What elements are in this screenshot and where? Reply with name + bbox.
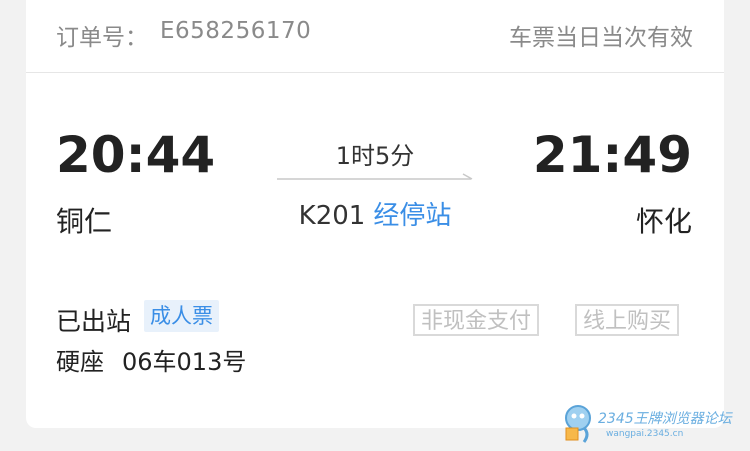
purchase-channel-tag: 线上购买: [575, 304, 680, 336]
arrival-time: 21:49: [532, 126, 692, 184]
order-header: 订单号： E658256170 车票当日当次有效: [26, 0, 724, 73]
ticket-status: 已出站: [56, 307, 132, 336]
departure-station: 铜仁: [56, 205, 113, 238]
direction-arrow-icon: [277, 173, 473, 180]
watermark-url: wangpai.2345.cn: [606, 429, 684, 439]
train-number: K201: [298, 201, 366, 231]
seat-class: 硬座: [56, 348, 104, 376]
departure-time: 20:44: [56, 126, 216, 184]
train-info: K201 经停站: [275, 195, 475, 232]
stops-link[interactable]: 经停站: [373, 201, 451, 231]
payment-tag: 非现金支付: [413, 304, 540, 336]
arrival-station: 怀化: [635, 205, 692, 238]
order-number: E658256170: [160, 18, 312, 44]
order-label: 订单号：: [56, 25, 148, 51]
trip-duration: 1时5分: [335, 142, 415, 170]
watermark-text: 2345王牌浏览器论坛: [598, 411, 732, 427]
watermark-logo-icon: [565, 405, 591, 443]
validity-note: 车票当日当次有效: [509, 25, 693, 51]
ticket-type-badge: 成人票: [144, 300, 219, 332]
seat-info: 硬座 06车013号: [56, 342, 246, 377]
seat-number: 06车013号: [122, 348, 247, 376]
forum-watermark: 2345王牌浏览器论坛 wangpai.2345.cn: [558, 402, 738, 446]
ticket-card[interactable]: 订单号： E658256170 车票当日当次有效 20:44 铜仁 1时5分 K…: [26, 0, 724, 428]
